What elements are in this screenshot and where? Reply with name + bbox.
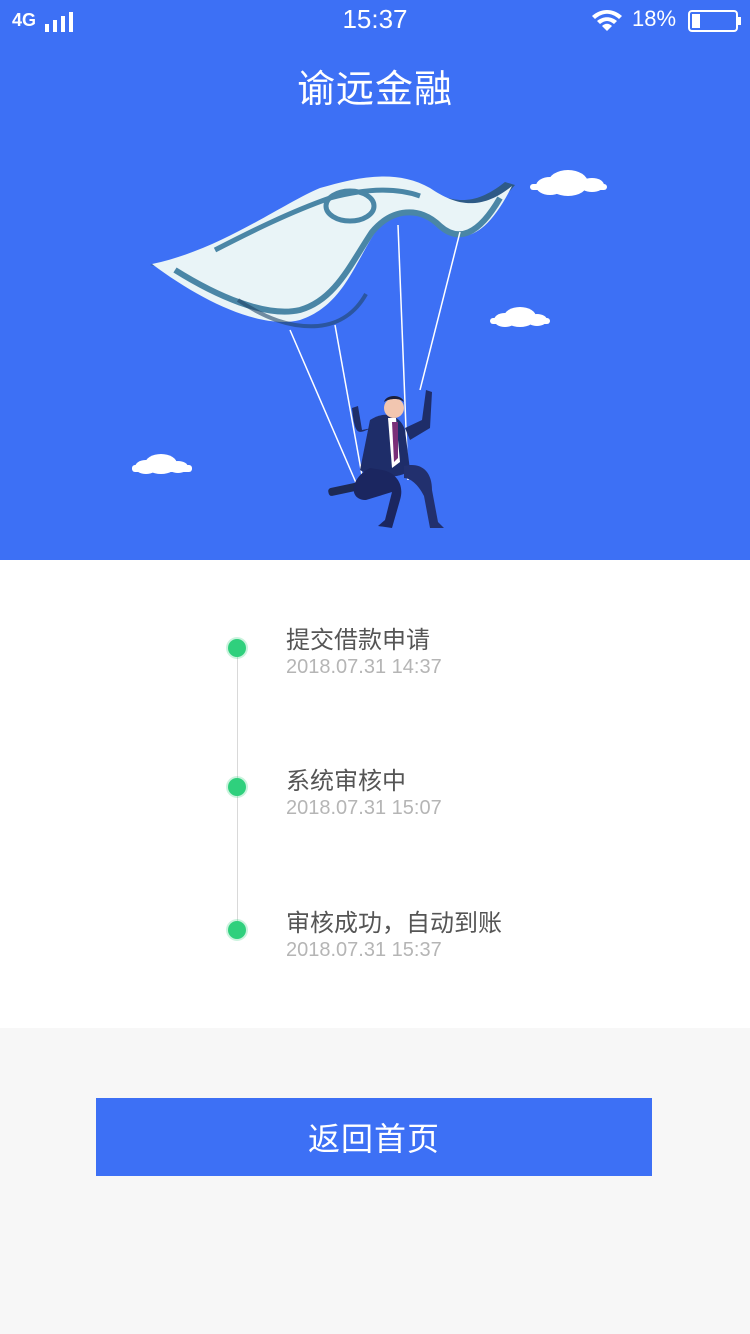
- timeline-step: 提交借款申请 2018.07.31 14:37: [0, 620, 750, 690]
- step-title: 系统审核中: [286, 767, 406, 795]
- hero-banner: 4G 15:37 18% 谕远金融: [0, 0, 750, 560]
- status-dot-icon: [228, 921, 246, 939]
- status-dot-icon: [228, 778, 246, 796]
- step-time: 2018.07.31 14:37: [286, 656, 442, 678]
- step-time: 2018.07.31 15:07: [286, 797, 442, 819]
- step-time: 2018.07.31 15:37: [286, 939, 442, 961]
- page-title: 谕远金融: [296, 67, 453, 111]
- wifi-icon: [592, 10, 622, 31]
- status-dot-icon: [228, 639, 246, 657]
- progress-timeline: 提交借款申请 2018.07.31 14:37 系统审核中 2018.07.31…: [0, 560, 750, 1028]
- cloud-icon: [132, 454, 192, 474]
- timeline-step: 审核成功，自动到账 2018.07.31 15:37: [0, 903, 750, 973]
- step-title: 提交借款申请: [286, 626, 430, 654]
- status-bar: 4G 15:37 18%: [0, 0, 750, 40]
- step-title: 审核成功，自动到账: [286, 909, 502, 937]
- timeline-step: 系统审核中 2018.07.31 15:07: [0, 761, 750, 831]
- battery-icon: [688, 10, 741, 32]
- cloud-icon: [490, 307, 550, 327]
- back-home-button[interactable]: 返回首页: [96, 1098, 652, 1176]
- battery-percentage: 18%: [632, 6, 677, 31]
- cloud-icon: [530, 170, 607, 196]
- banknote-canopy: [150, 176, 515, 329]
